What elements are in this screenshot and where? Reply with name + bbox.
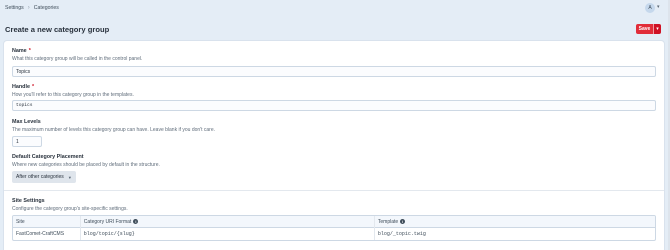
site-settings-label: Site Settings (12, 198, 45, 204)
save-menu-button[interactable]: ▾ (653, 24, 661, 34)
chevron-down-icon[interactable]: ▾ (657, 4, 660, 10)
name-input[interactable]: Topics (12, 66, 656, 77)
chevron-down-icon: ▾ (656, 26, 659, 32)
save-button[interactable]: Save (636, 24, 653, 34)
max-levels-instructions: The maximum number of levels this catego… (12, 127, 216, 133)
column-header-site: Site (16, 218, 25, 225)
divider (4, 190, 664, 191)
placement-select[interactable]: After other categories ▼ (12, 171, 76, 183)
name-instructions: What this category group will be called … (12, 56, 143, 62)
breadcrumb-settings[interactable]: Settings (3, 5, 26, 11)
handle-label: Handle * (12, 84, 35, 90)
chevron-down-icon: ▼ (67, 174, 72, 180)
table-header: Site Category URI Format i Template i (13, 216, 655, 228)
site-settings-table: Site Category URI Format i Template i Fast… (12, 215, 656, 241)
breadcrumb-categories[interactable]: Categories (32, 5, 61, 11)
name-label: Name * (12, 48, 31, 54)
handle-instructions: How you'll refer to this category group … (12, 92, 134, 98)
page-title: Create a new category group (5, 25, 110, 34)
breadcrumb-separator-icon: › (27, 5, 30, 11)
column-header-uri-format: Category URI Format i (79, 216, 374, 228)
column-header-template: Template i (373, 216, 655, 228)
max-levels-label: Max Levels (12, 119, 41, 125)
handle-input[interactable]: topics (12, 100, 656, 111)
placement-instructions: Where new categories should be placed by… (12, 162, 160, 168)
page-header: Create a new category group (0, 17, 668, 40)
info-icon[interactable]: i (400, 219, 406, 224)
required-icon: * (28, 48, 31, 54)
content-panel: Name * What this category group will be c… (4, 41, 664, 250)
info-icon[interactable]: i (133, 219, 139, 224)
template-input[interactable]: blog/_topic.twig (373, 228, 655, 240)
required-icon: * (31, 84, 35, 90)
max-levels-input[interactable]: 1 (12, 136, 42, 147)
site-name-cell: FastComet-CraftCMS (16, 231, 65, 237)
placement-selected: After other categories (16, 174, 64, 180)
top-bar: Settings › Categories (0, 0, 670, 16)
uri-format-input[interactable]: blog/topic/{slug} (79, 228, 374, 240)
placement-label: Default Category Placement (12, 154, 84, 160)
avatar[interactable]: A (645, 3, 655, 13)
site-settings-instructions: Configure the category group's site-spec… (12, 206, 128, 212)
table-row: FastComet-CraftCMS blog/topic/{slug} blo… (13, 228, 655, 240)
